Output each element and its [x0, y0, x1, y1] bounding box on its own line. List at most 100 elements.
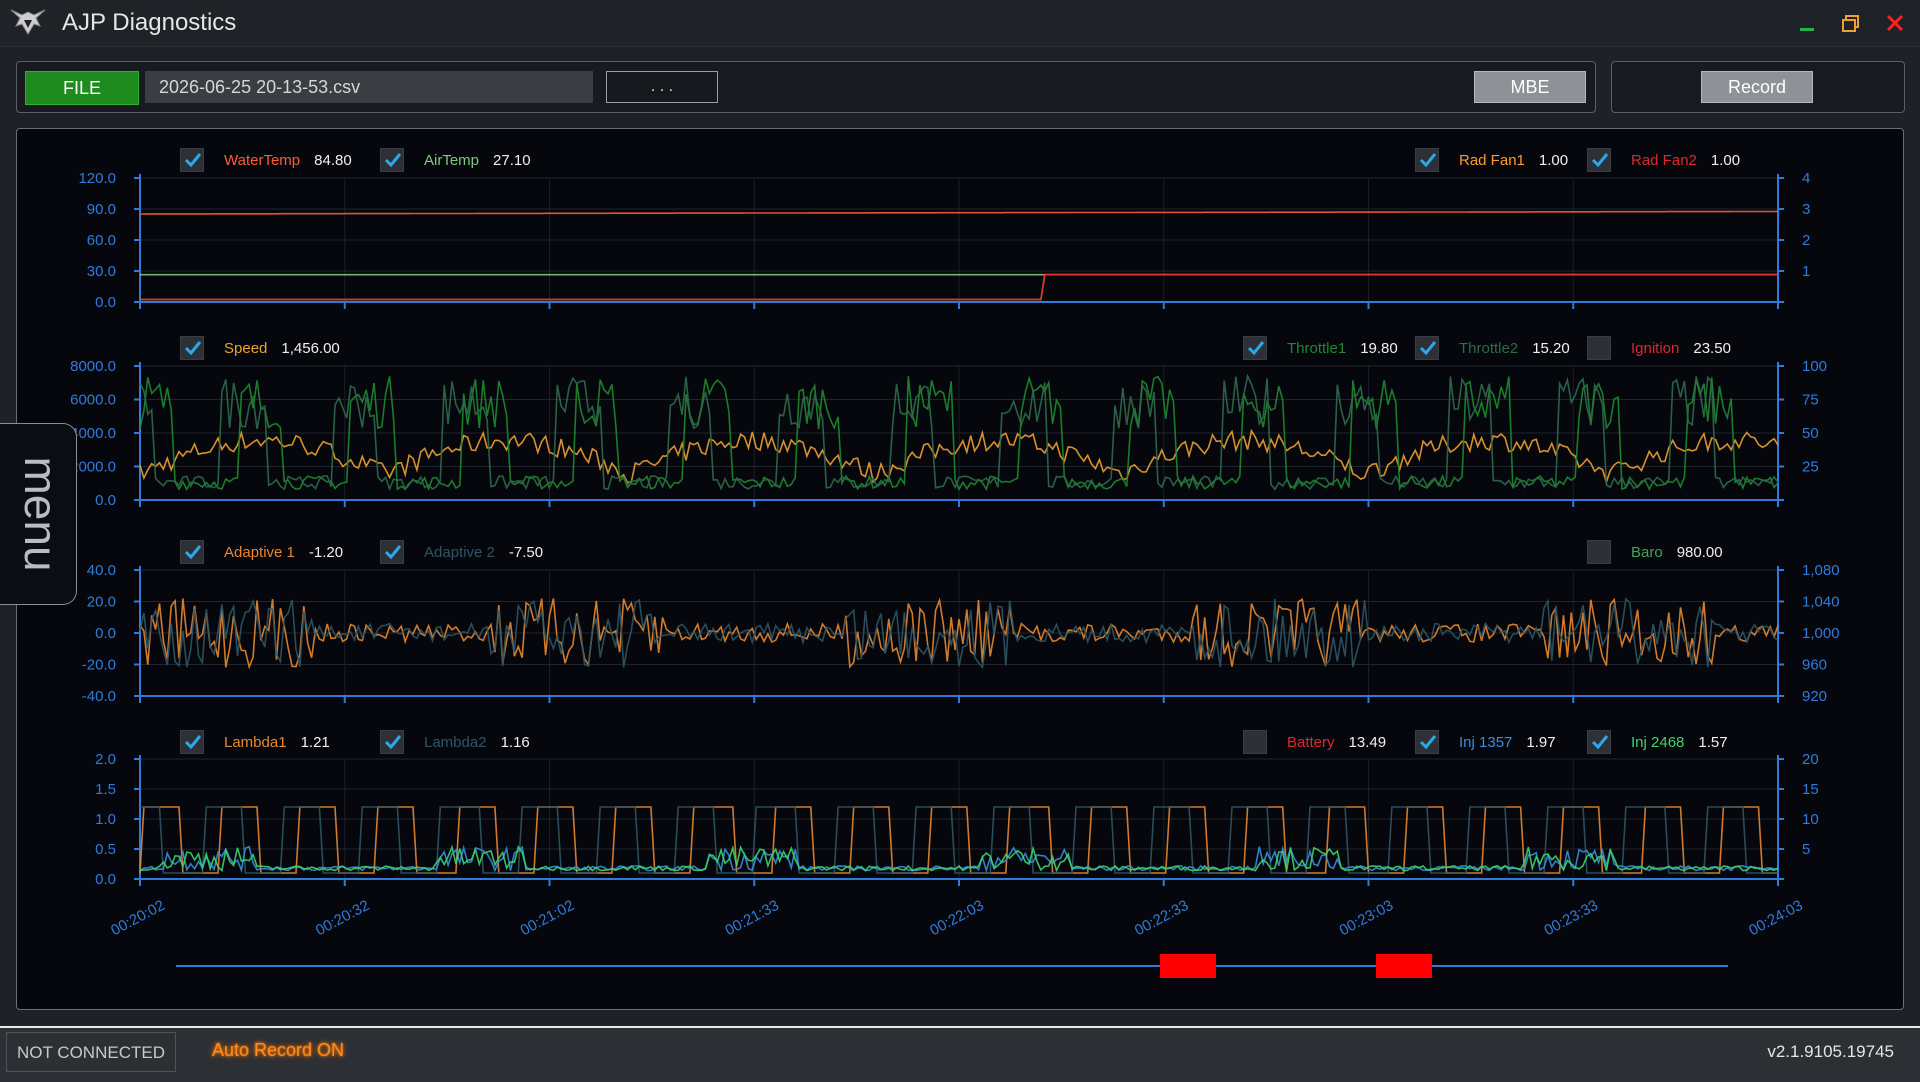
- y-tick-right: 10: [1802, 811, 1819, 828]
- legend-value: 1.57: [1698, 734, 1728, 751]
- version-label: v2.1.9105.19745: [1767, 1042, 1894, 1061]
- legend-name: Lambda2: [424, 734, 487, 751]
- y-tick-left: 2.0: [95, 751, 116, 768]
- checkbox[interactable]: [1415, 148, 1439, 172]
- legend-name: Lambda1: [224, 734, 287, 751]
- checkbox[interactable]: [1587, 148, 1611, 172]
- y-tick-left: 0.0: [95, 871, 116, 888]
- legend-value: 1.16: [500, 734, 530, 751]
- legend-name: Rad Fan1: [1459, 152, 1525, 169]
- x-tick-label: 00:24:03: [1746, 897, 1806, 939]
- y-tick-left: -40.0: [82, 688, 116, 705]
- legend-value: -1.20: [308, 544, 344, 561]
- y-tick-left: 30.0: [87, 263, 116, 280]
- legend-name: Adaptive 1: [224, 544, 295, 561]
- checkmark-icon: [184, 341, 202, 356]
- legend-name: Battery: [1287, 734, 1335, 751]
- range-handle-left[interactable]: [1160, 954, 1216, 978]
- y-tick-right: 1,040: [1802, 594, 1840, 611]
- legend-name: WaterTemp: [224, 152, 301, 169]
- legend-name: Throttle2: [1459, 340, 1519, 357]
- legend-value: 980.00: [1676, 544, 1723, 561]
- legend-value: 19.80: [1360, 340, 1398, 357]
- checkmark-icon: [184, 545, 202, 560]
- connection-status: NOT CONNECTED: [6, 1032, 176, 1072]
- checkbox[interactable]: [180, 730, 204, 754]
- legend-name: Baro: [1631, 544, 1663, 561]
- y-tick-right: 1: [1802, 263, 1810, 280]
- x-tick-label: 00:20:32: [313, 897, 373, 939]
- legend-value: 15.20: [1532, 340, 1570, 357]
- legend-value: 1.97: [1526, 734, 1556, 751]
- checkbox[interactable]: [380, 148, 404, 172]
- checkbox[interactable]: [180, 148, 204, 172]
- y-tick-left: 8000.0: [70, 358, 116, 375]
- x-tick-label: 00:21:33: [722, 897, 782, 939]
- y-tick-left: 0.5: [95, 841, 116, 858]
- y-tick-left: 1.5: [95, 781, 116, 798]
- checkbox[interactable]: [1587, 540, 1611, 564]
- checkmark-icon: [384, 153, 402, 168]
- y-tick-left: 1.0: [95, 811, 116, 828]
- side-menu-label: menu: [15, 456, 67, 572]
- y-tick-right: 20: [1802, 751, 1819, 768]
- y-tick-right: 25: [1802, 459, 1819, 476]
- y-tick-left: 60.0: [87, 232, 116, 249]
- checkbox[interactable]: [180, 540, 204, 564]
- legend-name: Throttle1: [1287, 340, 1347, 357]
- legend-name: AirTemp: [424, 152, 480, 169]
- legend-value: 84.80: [314, 152, 352, 169]
- checkbox[interactable]: [1243, 336, 1267, 360]
- y-tick-left: 0.0: [95, 492, 116, 509]
- range-handle-right[interactable]: [1376, 954, 1432, 978]
- x-tick-label: 00:23:33: [1541, 897, 1601, 939]
- y-tick-left: -20.0: [82, 657, 116, 674]
- legend-name: Rad Fan2: [1631, 152, 1697, 169]
- checkmark-icon: [184, 153, 202, 168]
- legend-value: 13.49: [1348, 734, 1387, 751]
- checkbox[interactable]: [1243, 730, 1267, 754]
- y-tick-right: 3: [1802, 201, 1810, 218]
- y-tick-left: 6000.0: [70, 392, 116, 409]
- legend-name: Inj 1357: [1459, 734, 1513, 751]
- legend-name: Speed: [224, 340, 268, 357]
- side-menu-tab[interactable]: menu: [0, 423, 77, 605]
- y-tick-left: 90.0: [87, 201, 116, 218]
- y-tick-right: 75: [1802, 392, 1819, 409]
- auto-record-status: Auto Record ON: [212, 1040, 345, 1060]
- legend-value: 1.00: [1538, 152, 1569, 169]
- x-tick-label: 00:23:03: [1337, 897, 1397, 939]
- checkbox[interactable]: [380, 730, 404, 754]
- legend-value: 1.00: [1710, 152, 1741, 169]
- checkbox[interactable]: [180, 336, 204, 360]
- x-tick-label: 00:21:02: [518, 897, 578, 939]
- x-tick-label: 00:20:02: [108, 897, 168, 939]
- y-tick-right: 100: [1802, 358, 1827, 375]
- checkmark-icon: [184, 735, 202, 750]
- y-tick-left: 0.0: [95, 625, 116, 642]
- x-tick-label: 00:22:03: [927, 897, 987, 939]
- y-tick-left: 0.0: [95, 294, 116, 311]
- legend-name: Inj 2468: [1631, 734, 1685, 751]
- checkmark-icon: [1419, 735, 1437, 750]
- legend-value: 1.21: [300, 734, 330, 751]
- checkmark-icon: [384, 735, 402, 750]
- checkmark-icon: [1247, 341, 1265, 356]
- y-tick-right: 920: [1802, 688, 1827, 705]
- y-tick-right: 1,080: [1802, 562, 1840, 579]
- y-tick-left: 40.0: [87, 562, 116, 579]
- checkmark-icon: [384, 545, 402, 560]
- checkbox[interactable]: [1415, 730, 1439, 754]
- legend-value: 23.50: [1693, 340, 1731, 357]
- checkbox[interactable]: [1587, 336, 1611, 360]
- checkmark-icon: [1591, 153, 1609, 168]
- y-tick-right: 2: [1802, 232, 1810, 249]
- checkbox[interactable]: [1587, 730, 1611, 754]
- legend-value: -7.50: [508, 544, 544, 561]
- checkbox[interactable]: [380, 540, 404, 564]
- checkmark-icon: [1419, 341, 1437, 356]
- checkbox[interactable]: [1415, 336, 1439, 360]
- x-tick-label: 00:22:33: [1132, 897, 1192, 939]
- y-tick-right: 5: [1802, 841, 1810, 858]
- y-tick-right: 4: [1802, 170, 1810, 187]
